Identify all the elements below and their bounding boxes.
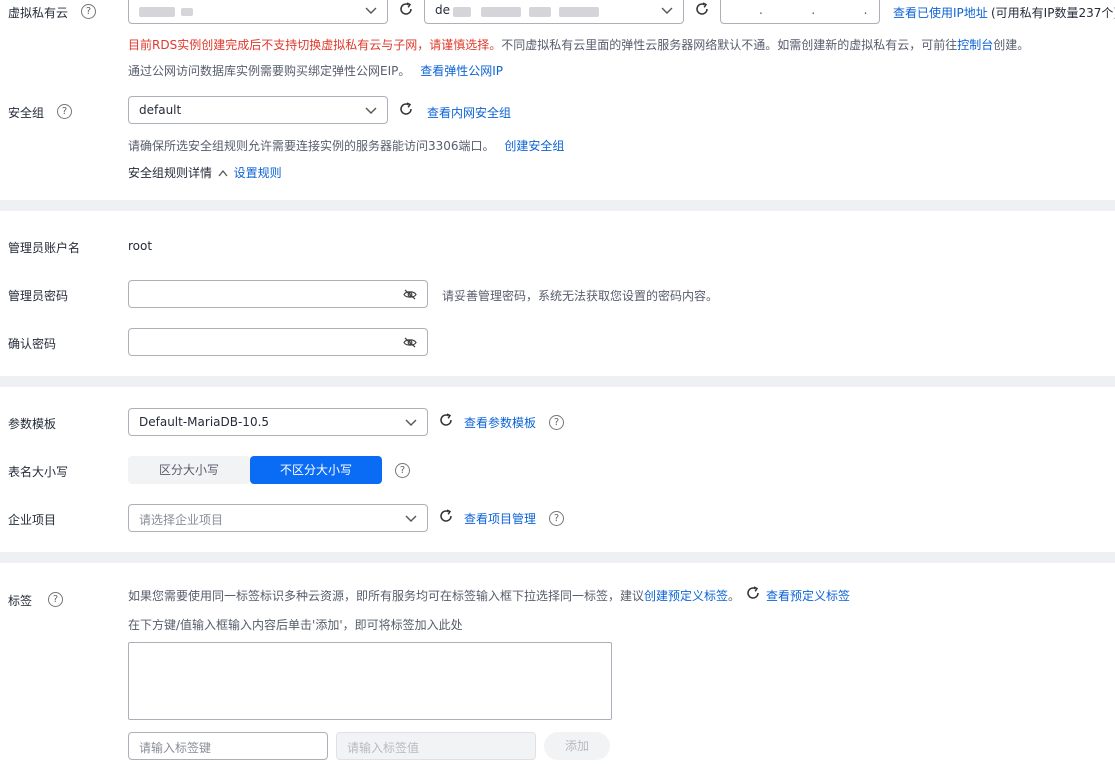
view-param-template-link[interactable]: 查看参数模板 xyxy=(464,414,536,431)
password-hint: 请妥善管理密码，系统无法获取您设置的密码内容。 xyxy=(442,289,719,303)
add-tag-button[interactable]: 添加 xyxy=(544,732,610,760)
tags-sub-hint: 在下方键/值输入框输入内容后单击'添加'，即可将标签加入此处 xyxy=(128,618,463,632)
view-security-group-link[interactable]: 查看内网安全组 xyxy=(427,104,511,121)
vpc-select[interactable] xyxy=(128,0,388,24)
refresh-icon[interactable] xyxy=(399,2,413,16)
eye-off-icon[interactable] xyxy=(403,337,417,348)
view-used-ip-link[interactable]: 查看已使用IP地址 xyxy=(893,4,988,21)
enterprise-project-placeholder: 请选择企业项目 xyxy=(139,513,224,527)
enterprise-project-label: 企业项目 xyxy=(8,513,57,527)
chevron-up-icon[interactable] xyxy=(218,169,228,177)
available-ip-count: (可用私有IP数量237个) xyxy=(991,6,1115,20)
chevron-down-icon xyxy=(365,7,377,14)
section-separator xyxy=(0,376,1115,387)
enterprise-project-help-icon[interactable]: ? xyxy=(549,511,564,526)
vpc-help-icon[interactable]: ? xyxy=(81,4,96,19)
admin-password-label: 管理员密码 xyxy=(8,289,69,303)
create-security-group-link[interactable]: 创建安全组 xyxy=(504,139,564,153)
security-group-value: default xyxy=(139,103,182,117)
security-group-help-icon[interactable]: ? xyxy=(57,104,72,119)
tag-value-placeholder: 请输入标签值 xyxy=(347,741,420,755)
vpc-warning-text: 目前RDS实例创建完成后不支持切换虚拟私有云与子网，请谨慎选择。 xyxy=(128,38,502,52)
refresh-icon[interactable] xyxy=(439,413,453,427)
subnet-select[interactable]: de xyxy=(424,0,684,24)
security-group-hint: 请确保所选安全组规则允许需要连接实例的服务器能访问3306端口。 xyxy=(128,139,495,153)
tag-key-input[interactable]: 请输入标签键 xyxy=(128,732,328,760)
chevron-down-icon xyxy=(365,107,377,114)
tag-key-placeholder: 请输入标签键 xyxy=(139,741,212,755)
tag-value-input[interactable]: 请输入标签值 xyxy=(336,732,536,760)
tags-help-icon[interactable]: ? xyxy=(48,592,63,607)
tags-label: 标签 xyxy=(8,594,33,608)
view-project-link[interactable]: 查看项目管理 xyxy=(464,510,536,527)
case-insensitive-option[interactable]: 不区分大小写 xyxy=(250,456,382,484)
rules-detail-label[interactable]: 安全组规则详情 xyxy=(128,166,212,180)
tags-hint: 如果您需要使用同一标签标识多种云资源，即所有服务均可在标签输入框下拉选择同一标签… xyxy=(128,589,645,603)
security-group-select[interactable]: default xyxy=(128,96,388,124)
ip-placeholder: . . . xyxy=(759,3,870,17)
tags-hint-line: 如果您需要使用同一标签标识多种云资源，即所有服务均可在标签输入框下拉选择同一标签… xyxy=(128,587,740,604)
set-rules-link[interactable]: 设置规则 xyxy=(234,166,282,180)
eye-off-icon[interactable] xyxy=(403,289,417,300)
param-template-value: Default-MariaDB-10.5 xyxy=(139,415,270,429)
vpc-note-text: 不同虚拟私有云里面的弹性云服务器网络默认不通。如需创建新的虚拟私有云，可前往 xyxy=(501,38,958,52)
table-case-label: 表名大小写 xyxy=(8,465,69,479)
tags-display-area xyxy=(128,642,612,720)
admin-account-value: root xyxy=(128,239,153,253)
security-group-label: 安全组 xyxy=(8,106,45,120)
eip-hint-line: 通过公网访问数据库实例需要购买绑定弹性公网EIP。 查看弹性公网IP xyxy=(128,62,503,79)
confirm-password-label: 确认密码 xyxy=(8,337,57,351)
view-eip-link[interactable]: 查看弹性公网IP xyxy=(420,64,503,78)
chevron-down-icon xyxy=(661,7,673,14)
section-separator xyxy=(0,200,1115,211)
enterprise-project-select[interactable]: 请选择企业项目 xyxy=(128,504,428,532)
vpc-warning-line: 目前RDS实例创建完成后不支持切换虚拟私有云与子网，请谨慎选择。不同虚拟私有云里… xyxy=(128,36,1029,53)
vpc-label: 虚拟私有云 xyxy=(8,6,69,20)
chevron-down-icon xyxy=(405,515,417,522)
vpc-note-suffix: 创建。 xyxy=(993,38,1030,52)
confirm-password-input[interactable] xyxy=(128,328,428,356)
param-template-help-icon[interactable]: ? xyxy=(549,415,564,430)
eip-hint: 通过公网访问数据库实例需要购买绑定弹性公网EIP。 xyxy=(128,64,411,78)
chevron-down-icon xyxy=(405,419,417,426)
case-sensitive-option[interactable]: 区分大小写 xyxy=(128,456,250,484)
admin-account-label: 管理员账户名 xyxy=(8,241,81,255)
refresh-icon[interactable] xyxy=(695,2,709,16)
view-predefined-tag-link[interactable]: 查看预定义标签 xyxy=(766,587,850,604)
section-separator xyxy=(0,552,1115,563)
refresh-icon[interactable] xyxy=(399,102,413,116)
rules-detail-line: 安全组规则详情 设置规则 xyxy=(128,164,282,181)
refresh-icon[interactable] xyxy=(746,586,760,600)
param-template-select[interactable]: Default-MariaDB-10.5 xyxy=(128,408,428,436)
security-group-hint-line: 请确保所选安全组规则允许需要连接实例的服务器能访问3306端口。 创建安全组 xyxy=(128,137,564,154)
private-ip-input[interactable]: . . . xyxy=(720,0,880,24)
admin-password-input[interactable] xyxy=(128,280,428,308)
subnet-select-value: de xyxy=(435,3,450,17)
create-predefined-tag-link[interactable]: 创建预定义标签 xyxy=(644,589,728,603)
table-case-help-icon[interactable]: ? xyxy=(395,463,410,478)
console-link[interactable]: 控制台 xyxy=(957,38,993,52)
param-template-label: 参数模板 xyxy=(8,417,57,431)
refresh-icon[interactable] xyxy=(439,509,453,523)
tags-hint-suffix: 。 xyxy=(728,589,741,603)
